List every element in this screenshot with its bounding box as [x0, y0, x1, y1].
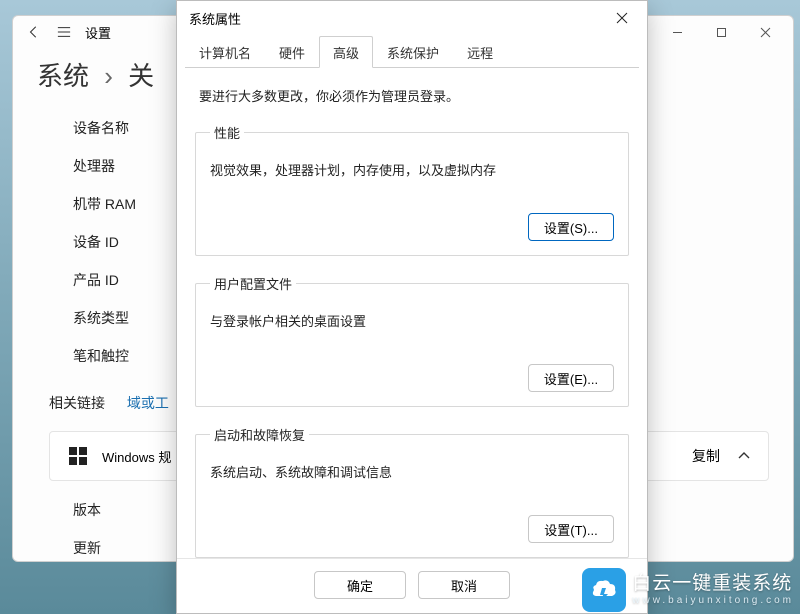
windows-icon	[68, 446, 88, 466]
performance-group: 性能 视觉效果，处理器计划，内存使用，以及虚拟内存 设置(S)...	[195, 123, 629, 256]
menu-button[interactable]	[49, 18, 79, 46]
copy-button[interactable]: 复制	[692, 446, 720, 466]
watermark-url: www.baiyunxitong.com	[632, 595, 794, 606]
watermark: 白云一键重装系统 www.baiyunxitong.com	[582, 568, 794, 612]
startup-settings-button[interactable]: 设置(T)...	[528, 515, 614, 543]
minimize-button[interactable]	[655, 18, 699, 46]
ok-button[interactable]: 确定	[314, 571, 406, 599]
dialog-footer: 确定 取消	[177, 558, 647, 613]
cancel-button[interactable]: 取消	[418, 571, 510, 599]
windows-spec-label: Windows 规	[102, 447, 171, 466]
startup-recovery-group: 启动和故障恢复 系统启动、系统故障和调试信息 设置(T)...	[195, 425, 629, 558]
startup-legend: 启动和故障恢复	[210, 425, 309, 444]
dialog-titlebar: 系统属性	[177, 1, 647, 35]
performance-settings-button[interactable]: 设置(S)...	[528, 213, 614, 241]
watermark-text: 白云一键重装系统	[632, 574, 794, 595]
breadcrumb-system[interactable]: 系统	[37, 61, 89, 91]
maximize-button[interactable]	[699, 18, 743, 46]
breadcrumb-separator: ›	[104, 61, 113, 91]
tab-system-protection[interactable]: 系统保护	[373, 36, 453, 68]
tab-advanced[interactable]: 高级	[319, 36, 373, 68]
related-label: 相关链接	[49, 395, 105, 411]
dialog-body: 要进行大多数更改，你必须作为管理员登录。 性能 视觉效果，处理器计划，内存使用，…	[177, 68, 647, 558]
settings-app-title: 设置	[85, 23, 111, 42]
admin-notice: 要进行大多数更改，你必须作为管理员登录。	[199, 86, 625, 105]
back-button[interactable]	[19, 18, 49, 46]
close-dialog-button[interactable]	[601, 4, 643, 32]
domain-link[interactable]: 域或工	[127, 395, 169, 411]
tab-remote[interactable]: 远程	[453, 36, 507, 68]
watermark-icon	[582, 568, 626, 612]
dialog-tabs: 计算机名 硬件 高级 系统保护 远程	[177, 35, 647, 67]
system-properties-dialog: 系统属性 计算机名 硬件 高级 系统保护 远程 要进行大多数更改，你必须作为管理…	[176, 0, 648, 614]
tab-computer-name[interactable]: 计算机名	[185, 36, 265, 68]
tab-hardware[interactable]: 硬件	[265, 36, 319, 68]
breadcrumb-about: 关	[128, 61, 154, 91]
close-settings-button[interactable]	[743, 18, 787, 46]
chevron-up-icon	[738, 452, 750, 460]
user-profile-desc: 与登录帐户相关的桌面设置	[210, 311, 614, 330]
user-profile-legend: 用户配置文件	[210, 274, 296, 293]
performance-legend: 性能	[210, 123, 244, 142]
startup-desc: 系统启动、系统故障和调试信息	[210, 462, 614, 481]
performance-desc: 视觉效果，处理器计划，内存使用，以及虚拟内存	[210, 160, 614, 179]
user-profile-settings-button[interactable]: 设置(E)...	[528, 364, 614, 392]
dialog-title: 系统属性	[189, 9, 241, 28]
window-controls	[655, 18, 787, 46]
user-profile-group: 用户配置文件 与登录帐户相关的桌面设置 设置(E)...	[195, 274, 629, 407]
